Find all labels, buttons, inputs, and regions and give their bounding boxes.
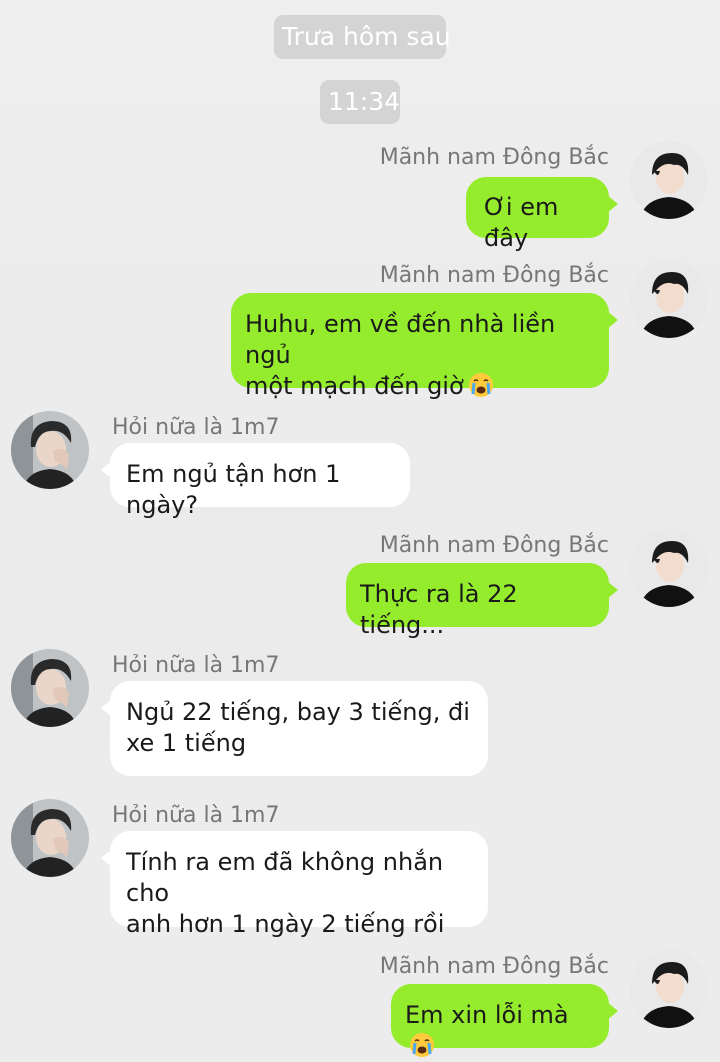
message-text: Huhu, em về đến nhà liền ngủ một mạch đế… [245, 310, 556, 400]
sender-name: Mãnh nam Đông Bắc [379, 145, 609, 170]
message-bubble-outgoing[interactable]: Thực ra là 22 tiếng... [346, 563, 618, 639]
message-bubble-outgoing[interactable]: Ơi em đây [466, 177, 618, 252]
avatar-icon [630, 529, 708, 607]
sender-name: Mãnh nam Đông Bắc [379, 533, 609, 558]
sender-name: Hỏi nữa là 1m7 [112, 653, 280, 678]
avatar[interactable] [630, 260, 708, 338]
avatar[interactable] [630, 950, 708, 1028]
avatar-icon [11, 649, 89, 727]
date-divider: Trưa hôm sau [274, 15, 451, 59]
sender-name: Mãnh nam Đông Bắc [379, 263, 609, 288]
avatar-icon [630, 141, 708, 219]
message-text: Ơi em đây [484, 193, 566, 252]
message-text: Em ngủ tận hơn 1 ngày? [126, 460, 349, 519]
message-bubble-incoming[interactable]: Em ngủ tận hơn 1 ngày? [101, 443, 410, 519]
sender-name: Mãnh nam Đông Bắc [379, 954, 609, 979]
avatar[interactable] [11, 799, 89, 877]
message-text: Tính ra em đã không nhắn cho anh hơn 1 n… [126, 848, 445, 938]
message-bubble-incoming[interactable]: Ngủ 22 tiếng, bay 3 tiếng, đi xe 1 tiếng [101, 681, 488, 776]
message-bubble-outgoing[interactable]: Em xin lỗi mà [391, 984, 618, 1058]
crying-face-emoji [467, 372, 494, 398]
crying-face-emoji [409, 1032, 435, 1058]
avatar[interactable] [630, 529, 708, 607]
avatar[interactable] [11, 649, 89, 727]
avatar-icon [630, 260, 708, 338]
avatar[interactable] [11, 411, 89, 489]
avatar-icon [11, 799, 89, 877]
sender-name: Hỏi nữa là 1m7 [112, 415, 280, 440]
avatar-icon [11, 411, 89, 489]
message-bubble-incoming[interactable]: Tính ra em đã không nhắn cho anh hơn 1 n… [101, 831, 488, 938]
avatar[interactable] [630, 141, 708, 219]
message-text: Thực ra là 22 tiếng... [360, 580, 526, 639]
avatar-icon [630, 950, 708, 1028]
sender-name: Hỏi nữa là 1m7 [112, 803, 280, 828]
chat-view[interactable]: Trưa hôm sau 11:34 Mãnh nam Đông Bắc Ơi … [0, 0, 720, 1060]
message-text: Em xin lỗi mà [405, 1000, 595, 1062]
time-divider: 11:34 [320, 80, 400, 124]
message-text: Ngủ 22 tiếng, bay 3 tiếng, đi xe 1 tiếng [126, 698, 470, 757]
message-bubble-outgoing[interactable]: Huhu, em về đến nhà liền ngủ một mạch đế… [231, 293, 618, 400]
